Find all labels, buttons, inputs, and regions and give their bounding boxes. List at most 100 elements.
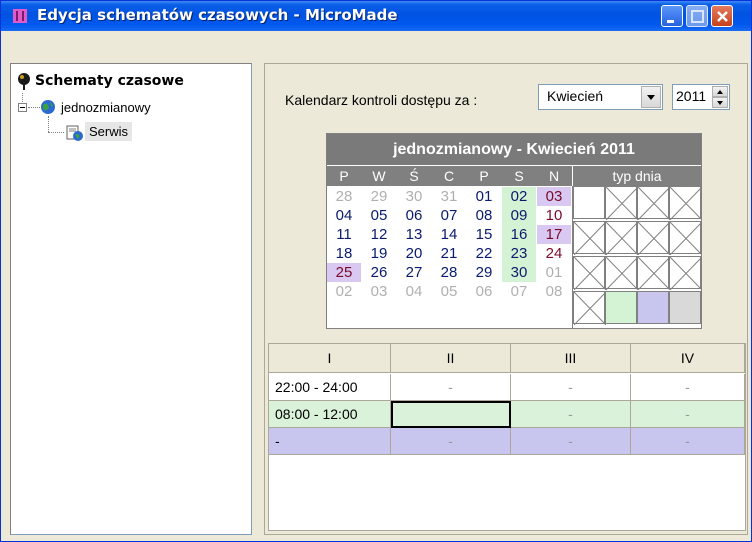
calendar-day[interactable]: 02 [502,187,536,206]
close-button[interactable] [711,5,733,27]
weekday-label: S [514,168,524,184]
calendar-day[interactable]: 08 [537,282,571,301]
calendar-day[interactable]: 05 [432,282,466,301]
calendar-day[interactable]: 14 [432,225,466,244]
day-type-empty[interactable] [669,186,702,220]
schema-tree[interactable]: Schematy czasowe jednozmianowy Serwis [10,63,252,535]
month-select[interactable]: Kwiecień [538,84,663,110]
calendar-day[interactable]: 07 [432,206,466,225]
table-cell[interactable]: 22:00 - 24:00 [269,374,391,401]
day-type-empty[interactable] [573,291,606,325]
title-bar[interactable]: Edycja schematów czasowych - MicroMade [1,1,751,31]
calendar-day[interactable]: 04 [397,282,431,301]
calendar-day[interactable]: 24 [537,244,571,263]
table-cell[interactable] [391,401,511,428]
tree-root-label: Schematy czasowe [35,73,184,89]
table-cell[interactable]: - [269,428,391,455]
calendar-day[interactable]: 02 [327,282,361,301]
spin-up-icon[interactable] [712,86,728,97]
tree-item-serwis[interactable]: Serwis [85,122,133,141]
calendar-day[interactable]: 23 [502,244,536,263]
day-type-empty[interactable] [605,256,638,290]
table-cell[interactable]: - [391,374,511,401]
calendar-header: jednozmianowy - Kwiecień 2011 [327,134,701,165]
schedule-column-header[interactable]: II [391,344,511,373]
calendar-day[interactable]: 29 [467,263,501,282]
day-type-empty[interactable] [637,256,670,290]
calendar-day[interactable]: 18 [327,244,361,263]
calendar-day[interactable]: 08 [467,206,501,225]
day-type-empty[interactable] [637,221,670,255]
tree-connector [48,116,49,132]
day-type-empty[interactable] [605,221,638,255]
calendar-day[interactable]: 10 [537,206,571,225]
calendar-day[interactable]: 04 [327,206,361,225]
day-type-empty[interactable] [573,256,606,290]
spin-down-icon[interactable] [712,97,728,108]
minimize-button[interactable] [661,5,683,27]
calendar-day[interactable]: 30 [397,187,431,206]
calendar-day[interactable]: 13 [397,225,431,244]
calendar-day[interactable]: 01 [467,187,501,206]
calendar-day[interactable]: 28 [327,187,361,206]
tree-connector [48,132,64,133]
calendar-day[interactable]: 06 [397,206,431,225]
calendar-day[interactable]: 17 [537,225,571,244]
table-cell[interactable]: - [511,428,631,455]
day-type-empty[interactable] [573,221,606,255]
table-cell[interactable]: - [391,428,511,455]
calendar-day[interactable]: 31 [432,187,466,206]
table-cell[interactable]: - [631,374,745,401]
table-row[interactable]: 08:00 - 12:00 - - [269,401,745,428]
micromade-app-icon [11,8,29,24]
day-type-empty[interactable] [669,256,702,290]
chevron-down-icon[interactable] [641,86,661,108]
tree-item-jednozmianowy[interactable]: jednozmianowy [61,100,151,115]
table-cell[interactable]: - [631,401,745,428]
schedule-column-header[interactable]: I [269,344,391,373]
day-type-swatch[interactable] [637,291,669,324]
calendar-day[interactable]: 15 [467,225,501,244]
weekday-label: Ś [409,168,419,184]
calendar-day[interactable]: 27 [397,263,431,282]
calendar-day[interactable]: 25 [327,263,361,282]
pin-icon [17,73,31,90]
calendar-day[interactable]: 30 [502,263,536,282]
calendar-day[interactable]: 22 [467,244,501,263]
calendar-day[interactable]: 05 [362,206,396,225]
calendar-day[interactable]: 11 [327,225,361,244]
day-type-swatch[interactable] [669,291,701,324]
table-row[interactable]: ---- [269,428,745,455]
table-cell[interactable]: - [511,401,631,428]
calendar-day[interactable]: 28 [432,263,466,282]
calendar-day[interactable]: 03 [537,187,571,206]
table-cell[interactable]: 08:00 - 12:00 [269,401,391,428]
calendar-day[interactable]: 29 [362,187,396,206]
schedule-column-header[interactable]: III [511,344,631,373]
calendar-day[interactable]: 16 [502,225,536,244]
day-type-swatch[interactable] [605,291,637,324]
calendar-day[interactable]: 06 [467,282,501,301]
schedule-column-header[interactable]: IV [631,344,745,373]
close-icon [717,11,728,22]
tree-collapse-toggle[interactable] [18,103,27,112]
year-stepper[interactable]: 2011 [672,84,730,110]
calendar-day[interactable]: 03 [362,282,396,301]
table-row[interactable]: 22:00 - 24:00- - - [269,374,745,401]
calendar-day[interactable]: 19 [362,244,396,263]
calendar-day[interactable]: 09 [502,206,536,225]
calendar-day[interactable]: 01 [537,263,571,282]
maximize-button[interactable] [686,5,708,27]
calendar-day[interactable]: 20 [397,244,431,263]
day-type-grid [572,186,702,329]
day-type-swatch[interactable] [573,186,605,219]
day-type-empty[interactable] [637,186,670,220]
table-cell[interactable]: - [511,374,631,401]
calendar-day[interactable]: 12 [362,225,396,244]
table-cell[interactable]: - [631,428,745,455]
calendar-day[interactable]: 07 [502,282,536,301]
day-type-empty[interactable] [669,221,702,255]
calendar-day[interactable]: 26 [362,263,396,282]
calendar-day[interactable]: 21 [432,244,466,263]
day-type-empty[interactable] [605,186,638,220]
